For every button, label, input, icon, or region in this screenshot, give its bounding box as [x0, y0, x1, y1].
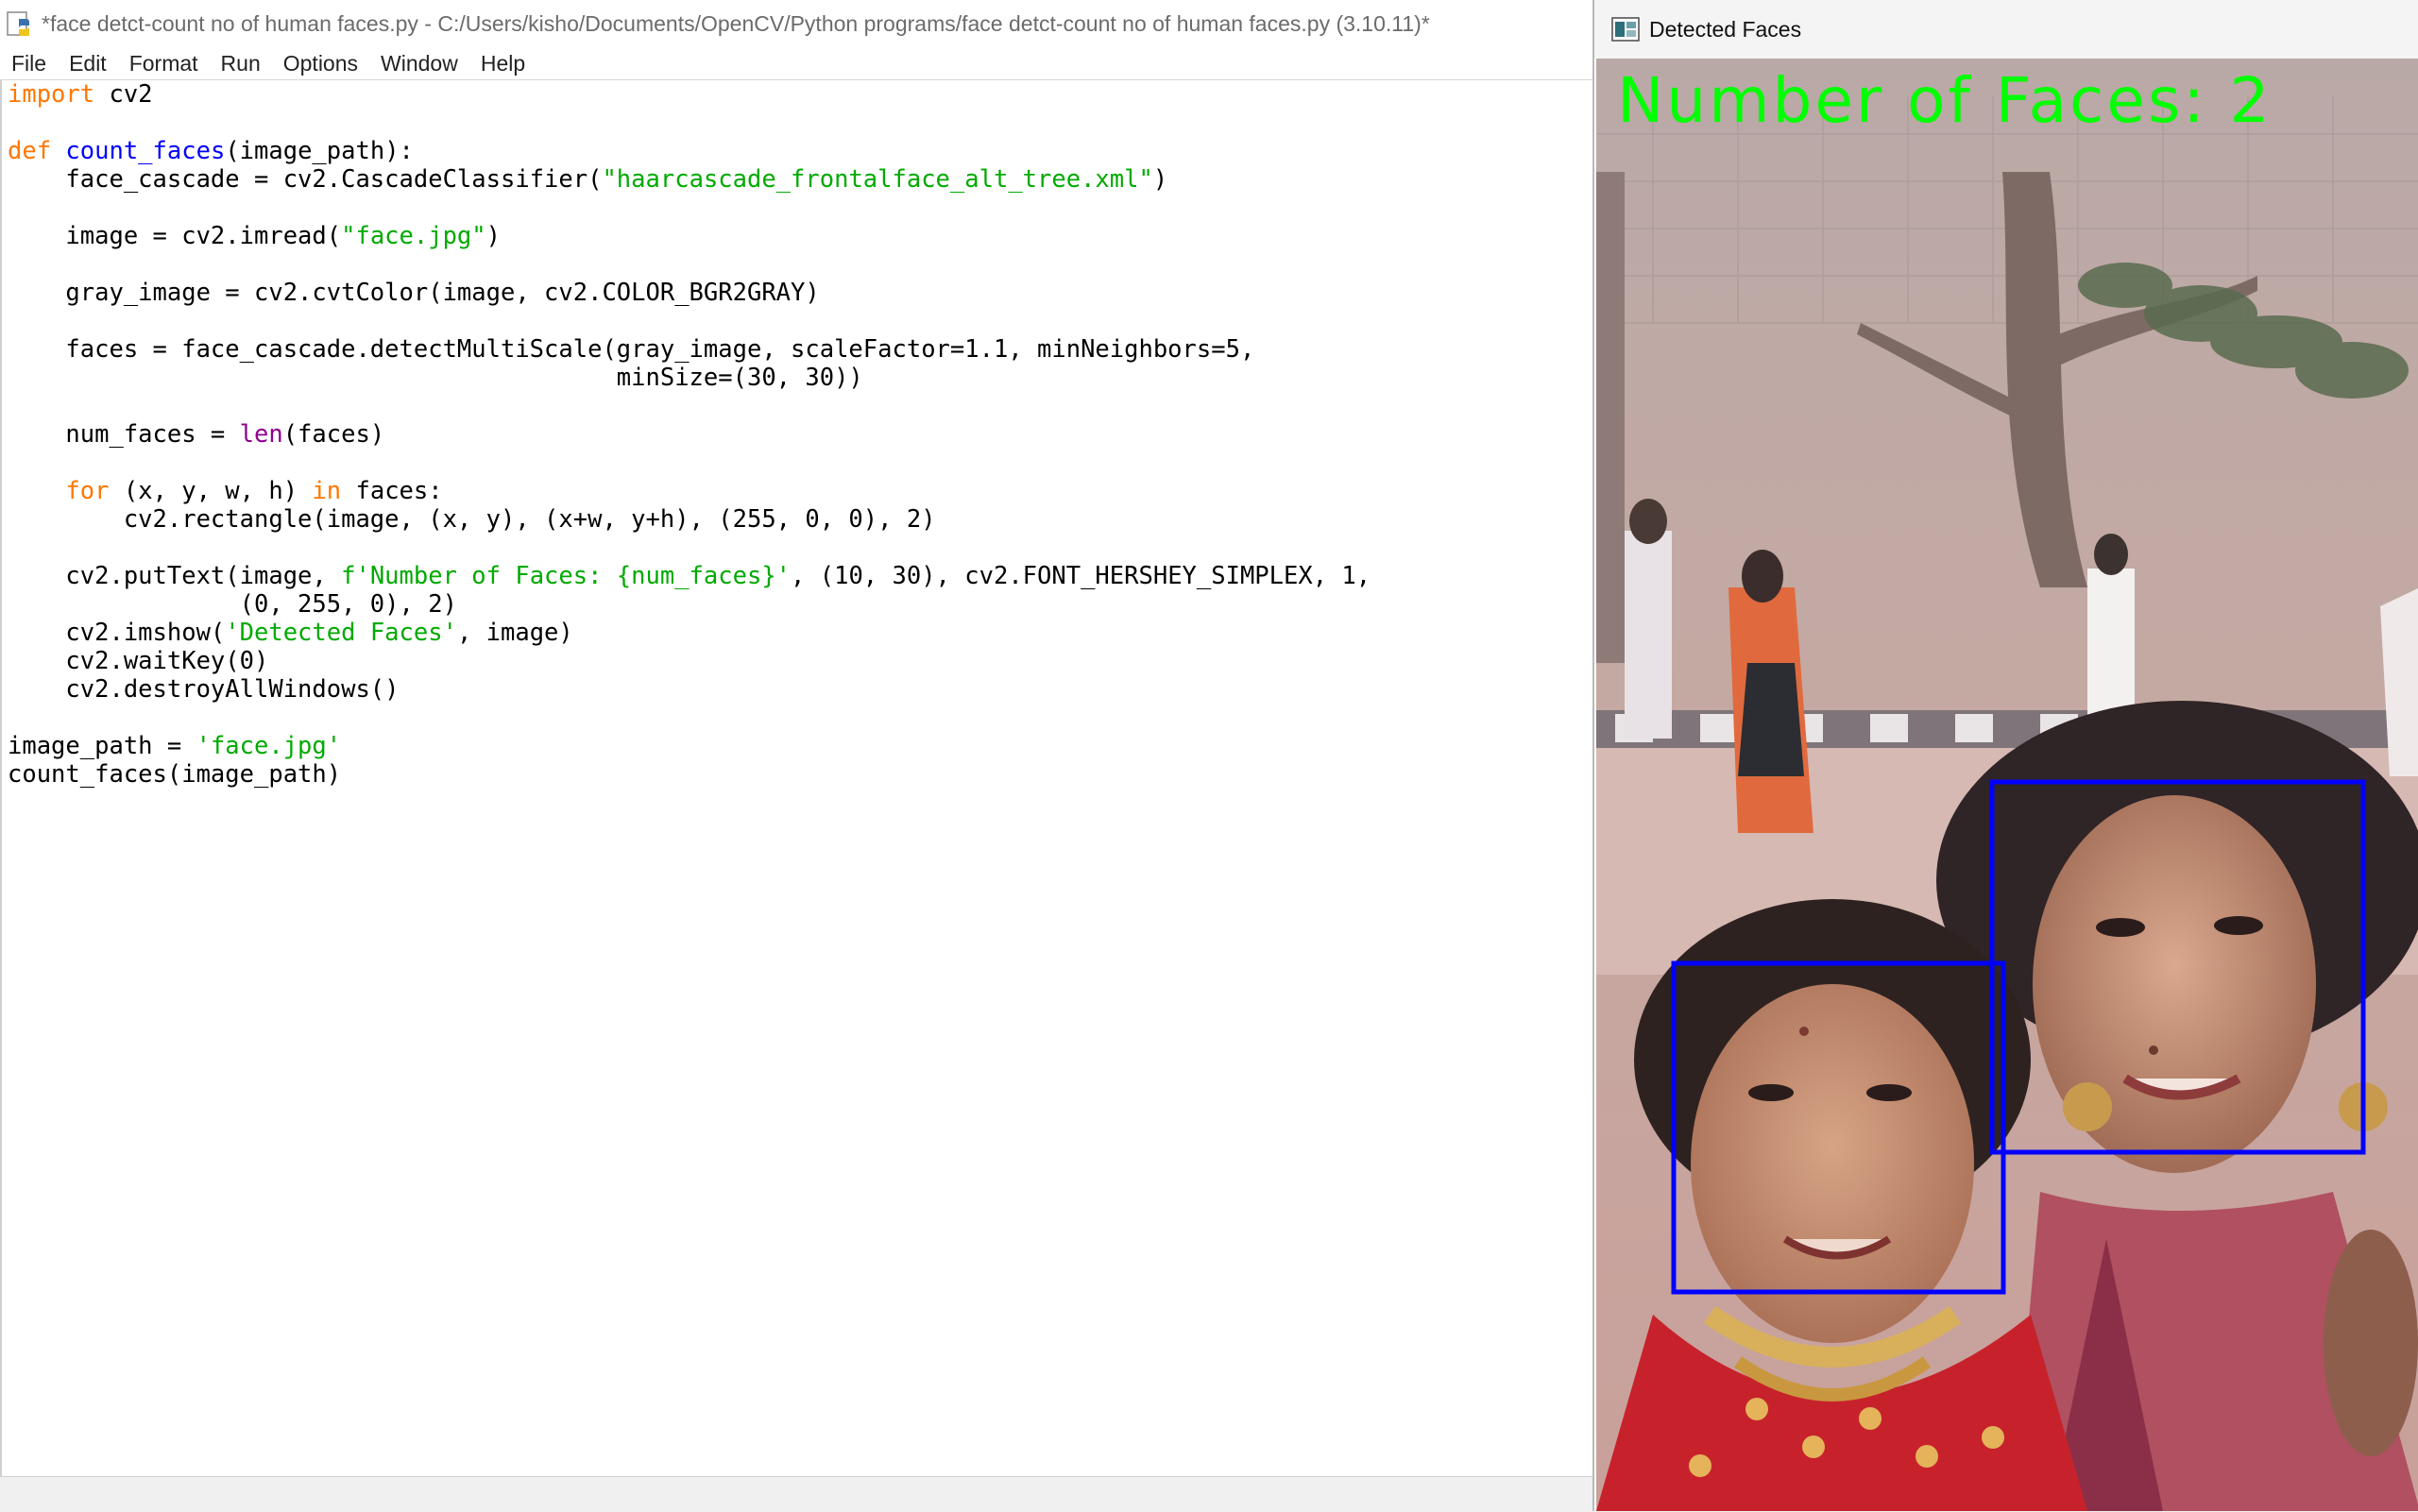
- code-token: image = cv2.imread(: [8, 222, 342, 250]
- code-token: for: [65, 477, 110, 505]
- code-token: , image): [456, 619, 573, 647]
- code-line[interactable]: [8, 307, 1371, 335]
- code-token: image_path =: [8, 732, 196, 760]
- menu-edit[interactable]: Edit: [58, 51, 118, 76]
- code-token: 'Detected Faces': [225, 619, 457, 647]
- menu-window[interactable]: Window: [369, 51, 469, 76]
- code-line[interactable]: cv2.rectangle(image, (x, y), (x+w, y+h),…: [8, 505, 1371, 534]
- code-token: count_faces(image_path): [8, 760, 342, 789]
- menu-bar: File Edit Format Run Options Window Help: [0, 47, 1594, 80]
- menu-format[interactable]: Format: [118, 51, 210, 76]
- code-line[interactable]: gray_image = cv2.cvtColor(image, cv2.COL…: [8, 279, 1371, 307]
- code-token: gray_image = cv2.cvtColor(image, cv2.COL…: [8, 279, 820, 307]
- code-token: 'face.jpg': [196, 732, 342, 760]
- face-count-overlay: Number of Faces: 2: [1617, 64, 2273, 137]
- code-token: face_cascade = cv2.CascadeClassifier(: [8, 165, 603, 194]
- menu-help[interactable]: Help: [469, 51, 536, 76]
- code-line[interactable]: [8, 449, 1371, 477]
- code-line[interactable]: cv2.imshow('Detected Faces', image): [8, 619, 1371, 647]
- code-token: "face.jpg": [341, 222, 486, 250]
- code-line[interactable]: cv2.waitKey(0): [8, 647, 1371, 675]
- code-token: cv2.destroyAllWindows(): [8, 675, 400, 704]
- code-token: (faces): [282, 420, 385, 449]
- image-display: Number of Faces: 2: [1596, 59, 2418, 1511]
- cv-title-bar[interactable]: Detected Faces: [1594, 0, 2418, 59]
- code-token: "haarcascade_frontalface_alt_tree.xml": [602, 165, 1153, 194]
- code-token: (image_path):: [225, 137, 414, 165]
- code-token: cv2.putText(image,: [8, 562, 342, 590]
- opencv-window-icon: [1611, 17, 1640, 42]
- code-line[interactable]: face_cascade = cv2.CascadeClassifier("ha…: [8, 165, 1371, 194]
- code-token: , (10, 30), cv2.FONT_HERSHEY_SIMPLEX, 1,: [791, 562, 1371, 590]
- code-line[interactable]: image_path = 'face.jpg': [8, 732, 1371, 760]
- cv-window-title: Detected Faces: [1649, 16, 1802, 42]
- code-line[interactable]: cv2.destroyAllWindows(): [8, 675, 1371, 704]
- code-token: cv2.rectangle(image, (x, y), (x+w, y+h),…: [8, 505, 936, 534]
- code-line[interactable]: import cv2: [8, 80, 1371, 109]
- code-line[interactable]: [8, 534, 1371, 562]
- code-line[interactable]: [8, 392, 1371, 420]
- status-bar: [0, 1476, 1594, 1512]
- code-line[interactable]: [8, 194, 1371, 222]
- code-line[interactable]: [8, 109, 1371, 137]
- code-token: (x, y, w, h): [109, 477, 313, 505]
- code-editor[interactable]: import cv2 def count_faces(image_path): f…: [0, 80, 1596, 1476]
- code-token: len: [239, 420, 283, 449]
- code-token: import: [8, 80, 95, 109]
- code-token: def: [8, 137, 52, 165]
- code-token: faces = face_cascade.detectMultiScale(gr…: [8, 335, 1255, 364]
- detected-faces-photo: [1596, 59, 2418, 1511]
- python-idle-icon: [7, 11, 29, 36]
- code-line[interactable]: (0, 255, 0), 2): [8, 590, 1371, 619]
- code-token: ): [1152, 165, 1168, 194]
- code-line[interactable]: image = cv2.imread("face.jpg"): [8, 222, 1371, 250]
- code-token: cv2.waitKey(0): [8, 647, 269, 675]
- detected-faces-window: Detected Faces Number of Faces: 2: [1592, 0, 2418, 1511]
- menu-options[interactable]: Options: [272, 51, 369, 76]
- code-line[interactable]: count_faces(image_path): [8, 760, 1371, 789]
- code-line[interactable]: [8, 704, 1371, 732]
- code-line[interactable]: for (x, y, w, h) in faces:: [8, 477, 1371, 505]
- code-token: cv2: [94, 80, 153, 109]
- code-token: count_faces: [65, 137, 226, 165]
- code-token: (0, 255, 0), 2): [8, 590, 457, 619]
- idle-editor-window: *face detct-count no of human faces.py -…: [0, 0, 1596, 1512]
- menu-run[interactable]: Run: [210, 51, 272, 76]
- code-line[interactable]: def count_faces(image_path):: [8, 137, 1371, 165]
- menu-file[interactable]: File: [0, 51, 58, 76]
- code-line[interactable]: [8, 250, 1371, 279]
- code-token: f'Number of Faces: {num_faces}': [341, 562, 792, 590]
- idle-title-bar[interactable]: *face detct-count no of human faces.py -…: [0, 0, 1594, 47]
- code-line[interactable]: num_faces = len(faces): [8, 420, 1371, 449]
- code-text[interactable]: import cv2 def count_faces(image_path): f…: [8, 80, 1371, 789]
- window-title: *face detct-count no of human faces.py -…: [42, 10, 1430, 36]
- code-token: cv2.imshow(: [8, 619, 226, 647]
- code-token: minSize=(30, 30)): [8, 364, 863, 392]
- code-token: num_faces =: [8, 420, 240, 449]
- code-token: faces:: [341, 477, 443, 505]
- code-line[interactable]: faces = face_cascade.detectMultiScale(gr…: [8, 335, 1371, 364]
- code-token: ): [485, 222, 501, 250]
- code-line[interactable]: minSize=(30, 30)): [8, 364, 1371, 392]
- code-token: in: [312, 477, 342, 505]
- code-line[interactable]: cv2.putText(image, f'Number of Faces: {n…: [8, 562, 1371, 590]
